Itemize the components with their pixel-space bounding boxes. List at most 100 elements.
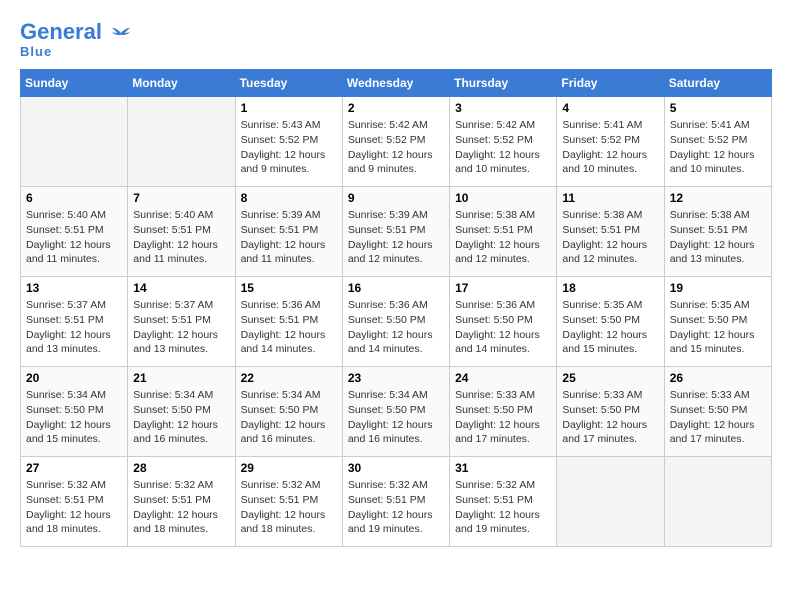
- day-number: 22: [241, 371, 337, 385]
- calendar-cell: 8 Sunrise: 5:39 AMSunset: 5:51 PMDaylight…: [235, 187, 342, 277]
- day-number: 20: [26, 371, 122, 385]
- day-number: 16: [348, 281, 444, 295]
- calendar-cell: 30 Sunrise: 5:32 AMSunset: 5:51 PMDayligh…: [342, 457, 449, 547]
- day-info: Sunrise: 5:37 AMSunset: 5:51 PMDaylight:…: [133, 298, 229, 357]
- calendar-cell: 10 Sunrise: 5:38 AMSunset: 5:51 PMDayligh…: [450, 187, 557, 277]
- calendar-cell: 6Sunrise: 5:40 AMSunset: 5:51 PMDaylight…: [21, 187, 128, 277]
- day-number: 15: [241, 281, 337, 295]
- day-info: Sunrise: 5:33 AMSunset: 5:50 PMDaylight:…: [455, 388, 551, 447]
- day-number: 25: [562, 371, 658, 385]
- day-info: Sunrise: 5:34 AMSunset: 5:50 PMDaylight:…: [348, 388, 444, 447]
- day-info: Sunrise: 5:41 AMSunset: 5:52 PMDaylight:…: [562, 118, 658, 177]
- day-number: 9: [348, 191, 444, 205]
- day-info: Sunrise: 5:42 AMSunset: 5:52 PMDaylight:…: [348, 118, 444, 177]
- day-number: 4: [562, 101, 658, 115]
- calendar-cell: 14 Sunrise: 5:37 AMSunset: 5:51 PMDayligh…: [128, 277, 235, 367]
- calendar-cell: 18Sunrise: 5:35 AMSunset: 5:50 PMDayligh…: [557, 277, 664, 367]
- calendar-cell: [664, 457, 771, 547]
- day-info: Sunrise: 5:38 AMSunset: 5:51 PMDaylight:…: [455, 208, 551, 267]
- calendar-cell: 23 Sunrise: 5:34 AMSunset: 5:50 PMDayligh…: [342, 367, 449, 457]
- day-info: Sunrise: 5:42 AMSunset: 5:52 PMDaylight:…: [455, 118, 551, 177]
- day-number: 8: [241, 191, 337, 205]
- calendar-cell: 22 Sunrise: 5:34 AMSunset: 5:50 PMDayligh…: [235, 367, 342, 457]
- day-number: 21: [133, 371, 229, 385]
- calendar-cell: 20 Sunrise: 5:34 AMSunset: 5:50 PMDayligh…: [21, 367, 128, 457]
- calendar-cell: [128, 97, 235, 187]
- day-info: Sunrise: 5:33 AMSunset: 5:50 PMDaylight:…: [670, 388, 766, 447]
- day-number: 29: [241, 461, 337, 475]
- day-number: 23: [348, 371, 444, 385]
- logo-name: General: [20, 20, 130, 44]
- day-info: Sunrise: 5:40 AMSunset: 5:51 PMDaylight:…: [133, 208, 229, 267]
- day-info: Sunrise: 5:34 AMSunset: 5:50 PMDaylight:…: [133, 388, 229, 447]
- day-number: 7: [133, 191, 229, 205]
- calendar-week-row: 1 Sunrise: 5:43 AMSunset: 5:52 PMDaylight…: [21, 97, 772, 187]
- day-info: Sunrise: 5:34 AMSunset: 5:50 PMDaylight:…: [26, 388, 122, 447]
- day-number: 17: [455, 281, 551, 295]
- calendar-cell: 13Sunrise: 5:37 AMSunset: 5:51 PMDayligh…: [21, 277, 128, 367]
- day-number: 5: [670, 101, 766, 115]
- day-info: Sunrise: 5:33 AMSunset: 5:50 PMDaylight:…: [562, 388, 658, 447]
- weekday-header: Thursday: [450, 70, 557, 97]
- calendar-cell: 5 Sunrise: 5:41 AMSunset: 5:52 PMDaylight…: [664, 97, 771, 187]
- day-info: Sunrise: 5:38 AMSunset: 5:51 PMDaylight:…: [670, 208, 766, 267]
- day-number: 3: [455, 101, 551, 115]
- calendar-cell: 2 Sunrise: 5:42 AMSunset: 5:52 PMDaylight…: [342, 97, 449, 187]
- logo-general: General: [20, 19, 102, 44]
- calendar-cell: 12 Sunrise: 5:38 AMSunset: 5:51 PMDayligh…: [664, 187, 771, 277]
- day-info: Sunrise: 5:32 AMSunset: 5:51 PMDaylight:…: [26, 478, 122, 537]
- day-info: Sunrise: 5:34 AMSunset: 5:50 PMDaylight:…: [241, 388, 337, 447]
- day-info: Sunrise: 5:32 AMSunset: 5:51 PMDaylight:…: [133, 478, 229, 537]
- day-number: 11: [562, 191, 658, 205]
- calendar-cell: [557, 457, 664, 547]
- calendar-cell: 26 Sunrise: 5:33 AMSunset: 5:50 PMDayligh…: [664, 367, 771, 457]
- day-info: Sunrise: 5:35 AMSunset: 5:50 PMDaylight:…: [670, 298, 766, 357]
- day-info: Sunrise: 5:32 AMSunset: 5:51 PMDaylight:…: [455, 478, 551, 537]
- calendar-cell: 28Sunrise: 5:32 AMSunset: 5:51 PMDayligh…: [128, 457, 235, 547]
- day-number: 24: [455, 371, 551, 385]
- calendar-week-row: 20 Sunrise: 5:34 AMSunset: 5:50 PMDayligh…: [21, 367, 772, 457]
- logo: General Blue: [20, 20, 130, 59]
- day-info: Sunrise: 5:36 AMSunset: 5:50 PMDaylight:…: [348, 298, 444, 357]
- calendar-cell: 17Sunrise: 5:36 AMSunset: 5:50 PMDayligh…: [450, 277, 557, 367]
- day-number: 27: [26, 461, 122, 475]
- calendar-cell: 4 Sunrise: 5:41 AMSunset: 5:52 PMDaylight…: [557, 97, 664, 187]
- weekday-header: Friday: [557, 70, 664, 97]
- day-info: Sunrise: 5:38 AMSunset: 5:51 PMDaylight:…: [562, 208, 658, 267]
- weekday-header: Wednesday: [342, 70, 449, 97]
- weekday-header: Saturday: [664, 70, 771, 97]
- day-number: 13: [26, 281, 122, 295]
- calendar-cell: 24 Sunrise: 5:33 AMSunset: 5:50 PMDayligh…: [450, 367, 557, 457]
- calendar-cell: 3 Sunrise: 5:42 AMSunset: 5:52 PMDaylight…: [450, 97, 557, 187]
- day-number: 10: [455, 191, 551, 205]
- day-info: Sunrise: 5:39 AMSunset: 5:51 PMDaylight:…: [348, 208, 444, 267]
- calendar-cell: 31 Sunrise: 5:32 AMSunset: 5:51 PMDayligh…: [450, 457, 557, 547]
- day-number: 19: [670, 281, 766, 295]
- day-number: 26: [670, 371, 766, 385]
- calendar-cell: 1 Sunrise: 5:43 AMSunset: 5:52 PMDaylight…: [235, 97, 342, 187]
- logo-blue: Blue: [20, 44, 52, 59]
- day-info: Sunrise: 5:41 AMSunset: 5:52 PMDaylight:…: [670, 118, 766, 177]
- day-info: Sunrise: 5:32 AMSunset: 5:51 PMDaylight:…: [348, 478, 444, 537]
- calendar-header-row: SundayMondayTuesdayWednesdayThursdayFrid…: [21, 70, 772, 97]
- calendar-cell: 25 Sunrise: 5:33 AMSunset: 5:50 PMDayligh…: [557, 367, 664, 457]
- weekday-header: Monday: [128, 70, 235, 97]
- calendar-week-row: 13 Sunrise: 5:37 AMSunset: 5:51 PMDayligh…: [21, 277, 772, 367]
- day-number: 1: [241, 101, 337, 115]
- calendar-cell: 19 Sunrise: 5:35 AMSunset: 5:50 PMDayligh…: [664, 277, 771, 367]
- calendar-cell: 16 Sunrise: 5:36 AMSunset: 5:50 PMDayligh…: [342, 277, 449, 367]
- day-number: 2: [348, 101, 444, 115]
- calendar-cell: 21 Sunrise: 5:34 AMSunset: 5:50 PMDayligh…: [128, 367, 235, 457]
- day-info: Sunrise: 5:43 AMSunset: 5:52 PMDaylight:…: [241, 118, 337, 177]
- day-number: 31: [455, 461, 551, 475]
- day-info: Sunrise: 5:39 AMSunset: 5:51 PMDaylight:…: [241, 208, 337, 267]
- day-number: 12: [670, 191, 766, 205]
- logo-bird-icon: [112, 26, 130, 40]
- day-number: 30: [348, 461, 444, 475]
- calendar-table: SundayMondayTuesdayWednesdayThursdayFrid…: [20, 69, 772, 547]
- weekday-header: Tuesday: [235, 70, 342, 97]
- day-info: Sunrise: 5:35 AMSunset: 5:50 PMDaylight:…: [562, 298, 658, 357]
- day-number: 14: [133, 281, 229, 295]
- calendar-cell: 11 Sunrise: 5:38 AMSunset: 5:51 PMDayligh…: [557, 187, 664, 277]
- weekday-header: Sunday: [21, 70, 128, 97]
